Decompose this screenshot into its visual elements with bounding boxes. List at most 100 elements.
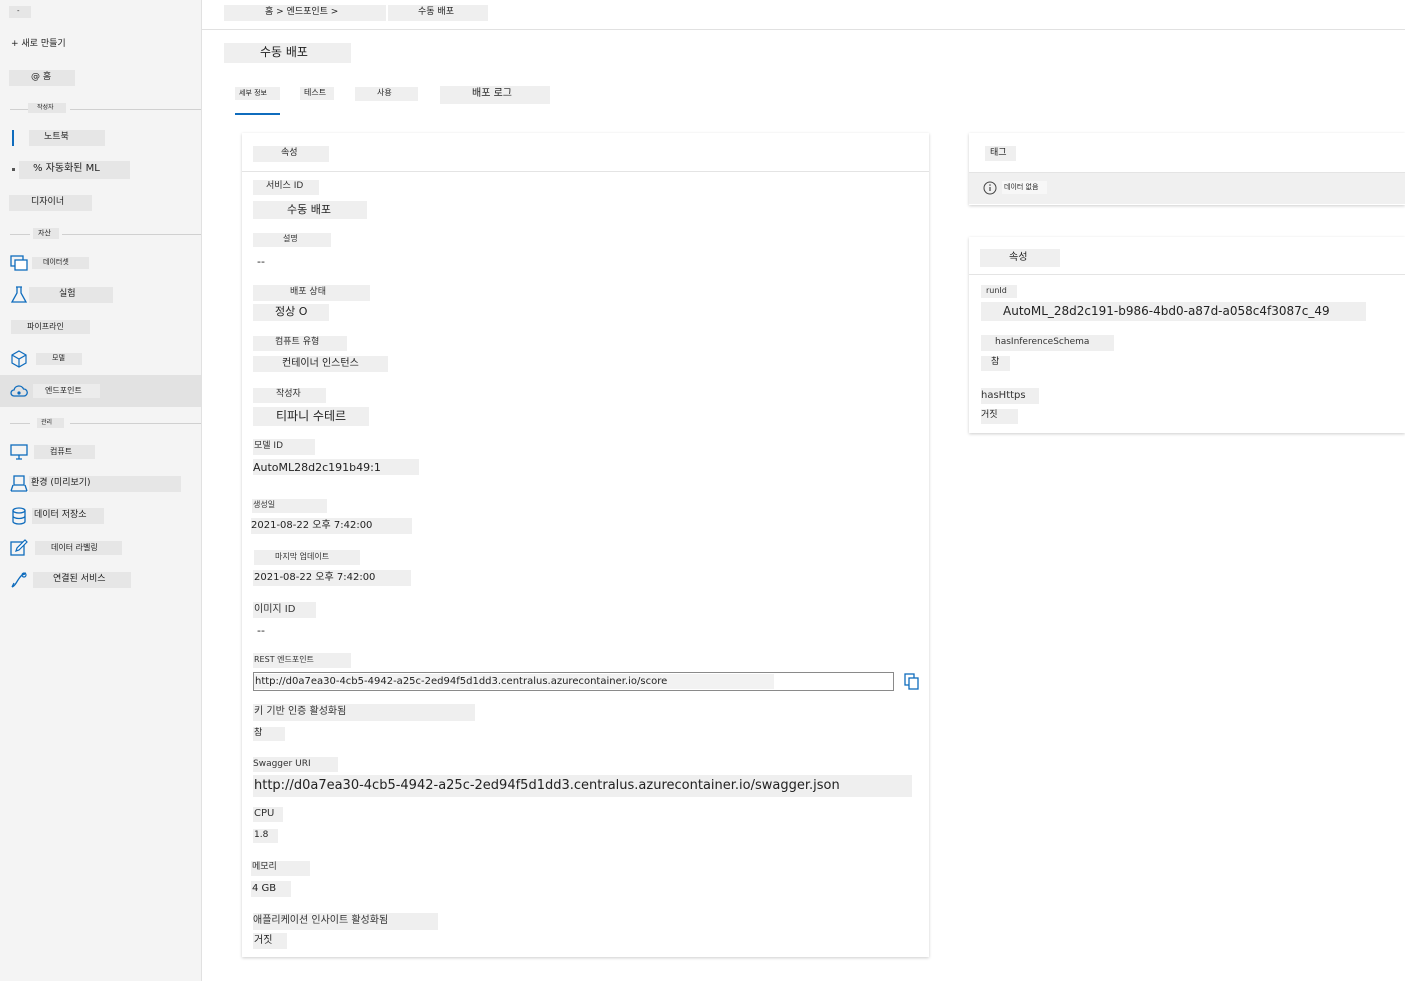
attributes-card (242, 133, 929, 957)
card-divider (969, 274, 1405, 275)
section-divider (70, 423, 201, 424)
sidebar-item-label: 모델 (36, 353, 82, 365)
page-title: 수동 배포 (224, 43, 351, 63)
model-id-label: 모델 ID (253, 439, 315, 455)
compute-type-label: 컴퓨트 유형 (253, 336, 347, 351)
new-button[interactable]: + 새로 만들기 (9, 37, 71, 53)
sidebar-item-endpoints[interactable]: 엔드포인트 (0, 375, 201, 407)
service-id-value: 수동 배포 (253, 201, 367, 219)
image-id-value: -- (257, 624, 265, 637)
sidebar-item-notebook[interactable]: 노트북 (0, 126, 201, 158)
has-inference-schema-value: 참 (981, 356, 1010, 371)
app-insights-value: 거짓 (253, 933, 287, 949)
sidebar-item-data-labeling[interactable]: 데이터 라벨링 (0, 532, 201, 564)
monitor-icon (10, 444, 28, 460)
sidebar-item-label: 엔드포인트 (33, 384, 100, 398)
attributes-title: 속성 (253, 146, 329, 162)
sidebar-item-label: 연결된 서비스 (33, 572, 131, 588)
tab-details[interactable]: 세부 정보 (235, 87, 280, 100)
sidebar-item-label: 실험 (29, 287, 113, 303)
flask-icon (10, 286, 28, 303)
sidebar-item-label: 노트북 (29, 130, 105, 146)
sidebar: - + 새로 만들기 @ 홈 작성자 노트북 % 자동화된 ML 디자이너 자산… (0, 0, 202, 981)
section-label-author: 작성자 (28, 103, 66, 113)
sidebar-item-environments[interactable]: 환경 (미리보기) (0, 468, 201, 500)
sidebar-item-designer[interactable]: 디자이너 (0, 191, 201, 223)
app-insights-label: 애플리케이션 인사이트 활성화됨 (253, 913, 438, 930)
description-value: -- (257, 255, 265, 268)
rest-endpoint-label: REST 엔드포인트 (253, 653, 351, 668)
card-divider (242, 171, 929, 172)
sidebar-item-label: % 자동화된 ML (19, 161, 130, 179)
cloud-endpoint-icon (10, 385, 28, 397)
swagger-uri-label: Swagger URI (253, 757, 338, 772)
created-by-label: 작성자 (253, 388, 326, 403)
compute-type-value: 컨테이너 인스턴스 (253, 356, 388, 372)
tags-empty-text: 데이터 없음 (1002, 181, 1047, 194)
rest-endpoint-field[interactable]: http://d0a7ea30-4cb5-4942-a25c-2ed94f5d1… (253, 672, 894, 691)
info-icon (983, 181, 997, 195)
image-id-label: 이미지 ID (253, 602, 316, 618)
sidebar-collapse-label[interactable]: - (9, 6, 31, 18)
model-id-value: AutoML28d2c191b49:1 (253, 459, 419, 475)
sidebar-item-label: 데이터 라벨링 (35, 541, 122, 555)
cpu-value: 1.8 (253, 829, 278, 843)
database-icon (12, 507, 26, 525)
breadcrumb-bar: 홈 > 엔드포인트 > 수동 배포 (202, 0, 1405, 30)
tab-consume[interactable]: 사용 (355, 87, 418, 101)
automl-dot-icon (12, 168, 15, 171)
sidebar-item-automl[interactable]: % 자동화된 ML (0, 158, 201, 190)
sidebar-item-label: 환경 (미리보기) (29, 476, 181, 492)
sidebar-item-linked-services[interactable]: 연결된 서비스 (0, 564, 201, 596)
breadcrumb-current: 수동 배포 (388, 5, 488, 21)
description-label: 설명 (253, 233, 331, 247)
deploy-state-label: 배포 상태 (253, 285, 370, 301)
tags-title: 태그 (985, 146, 1016, 161)
section-divider (70, 109, 201, 110)
tags-empty-banner: 데이터 없음 (969, 172, 1405, 204)
tab-test[interactable]: 테스트 (300, 87, 334, 100)
service-id-label: 서비스 ID (253, 180, 319, 195)
memory-label: 메모리 (251, 861, 310, 876)
has-inference-schema-label: hasInferenceSchema (981, 335, 1114, 351)
runid-value: AutoML_28d2c191-b986-4bd0-a87d-a058c4f30… (981, 302, 1366, 321)
breadcrumb[interactable]: 홈 > 엔드포인트 > (224, 5, 386, 21)
last-updated-value: 2021-08-22 오후 7:42:00 (253, 570, 411, 586)
edit-icon (10, 539, 28, 556)
sidebar-item-label: 파이프라인 (11, 320, 90, 334)
sidebar-item-pipelines[interactable]: 파이프라인 (0, 311, 201, 343)
key-auth-value: 참 (253, 727, 285, 741)
section-divider (62, 234, 201, 235)
last-updated-label: 마지막 업데이트 (254, 550, 360, 565)
sidebar-item-label: 데이터셋 (32, 257, 89, 269)
sidebar-item-models[interactable]: 모델 (0, 343, 201, 375)
link-icon (11, 572, 27, 588)
section-label-assets: 자산 (33, 228, 59, 239)
properties-title: 속성 (980, 249, 1060, 267)
sidebar-item-datastores[interactable]: 데이터 저장소 (0, 500, 201, 532)
tab-deployment-logs[interactable]: 배포 로그 (440, 86, 550, 104)
cpu-label: CPU (253, 807, 283, 822)
sidebar-item-datasets[interactable]: 데이터셋 (0, 247, 201, 279)
swagger-uri-value[interactable]: http://d0a7ea30-4cb5-4942-a25c-2ed94f5d1… (253, 775, 912, 797)
notebook-bar-icon (12, 130, 14, 146)
sidebar-item-experiments[interactable]: 실험 (0, 279, 201, 311)
rest-endpoint-value: http://d0a7ea30-4cb5-4942-a25c-2ed94f5d1… (254, 674, 774, 689)
environment-icon (10, 475, 28, 492)
section-divider (10, 234, 30, 235)
sidebar-item-label: 데이터 저장소 (32, 508, 104, 524)
memory-value: 4 GB (251, 881, 291, 897)
created-by-value: 티파니 수테르 (253, 407, 369, 426)
deploy-state-value: 정상 O (253, 304, 329, 321)
has-https-label: hasHttps (981, 388, 1039, 404)
dataset-icon (10, 255, 28, 271)
sidebar-item-compute[interactable]: 컴퓨트 (0, 436, 201, 468)
copy-icon[interactable] (904, 673, 920, 690)
cube-icon (11, 350, 27, 368)
sidebar-item-home[interactable]: @ 홈 (9, 70, 75, 86)
created-on-value: 2021-08-22 오후 7:42:00 (251, 518, 412, 534)
sidebar-item-label: 디자이너 (9, 195, 92, 211)
section-divider (10, 109, 30, 110)
active-tab-indicator (235, 113, 280, 115)
section-divider (10, 423, 30, 424)
